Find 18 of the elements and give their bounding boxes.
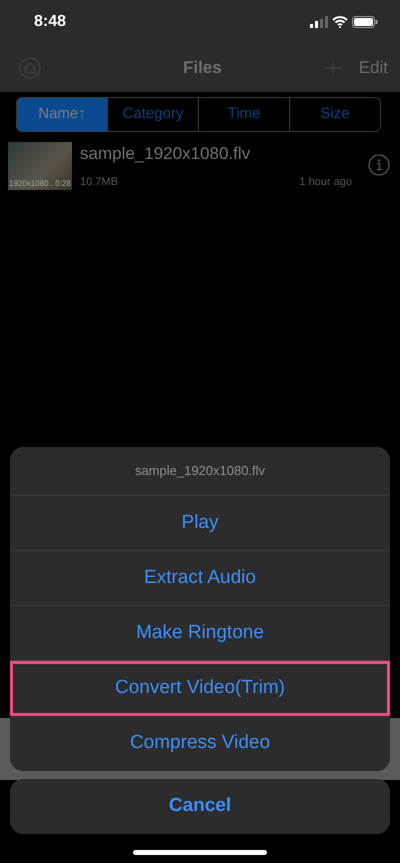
edit-button[interactable]: Edit xyxy=(358,55,388,81)
sheet-action[interactable]: Make Ringtone xyxy=(10,606,390,661)
sheet-title: sample_1920x1080.flv xyxy=(10,446,390,496)
info-icon[interactable] xyxy=(368,154,390,176)
nav-title: Files xyxy=(182,57,223,80)
sheet-action[interactable]: Compress Video xyxy=(10,716,390,771)
battery-icon xyxy=(352,16,378,28)
file-time: 1 hour ago xyxy=(299,175,352,190)
wifi-icon xyxy=(332,16,348,28)
status-time: 8:48 xyxy=(34,12,66,32)
thumbnail-caption: 1920x1080.. 0:28 xyxy=(9,178,71,190)
signal-icon xyxy=(310,16,328,28)
sheet-action[interactable]: Play xyxy=(10,496,390,551)
sheet-action[interactable]: Extract Audio xyxy=(10,551,390,606)
cancel-button[interactable]: Cancel xyxy=(10,779,390,834)
sheet-action[interactable]: Convert Video(Trim) xyxy=(10,661,390,716)
file-size: 10.7MB xyxy=(80,175,118,190)
file-name[interactable]: sample_1920x1080.flv xyxy=(80,140,352,166)
